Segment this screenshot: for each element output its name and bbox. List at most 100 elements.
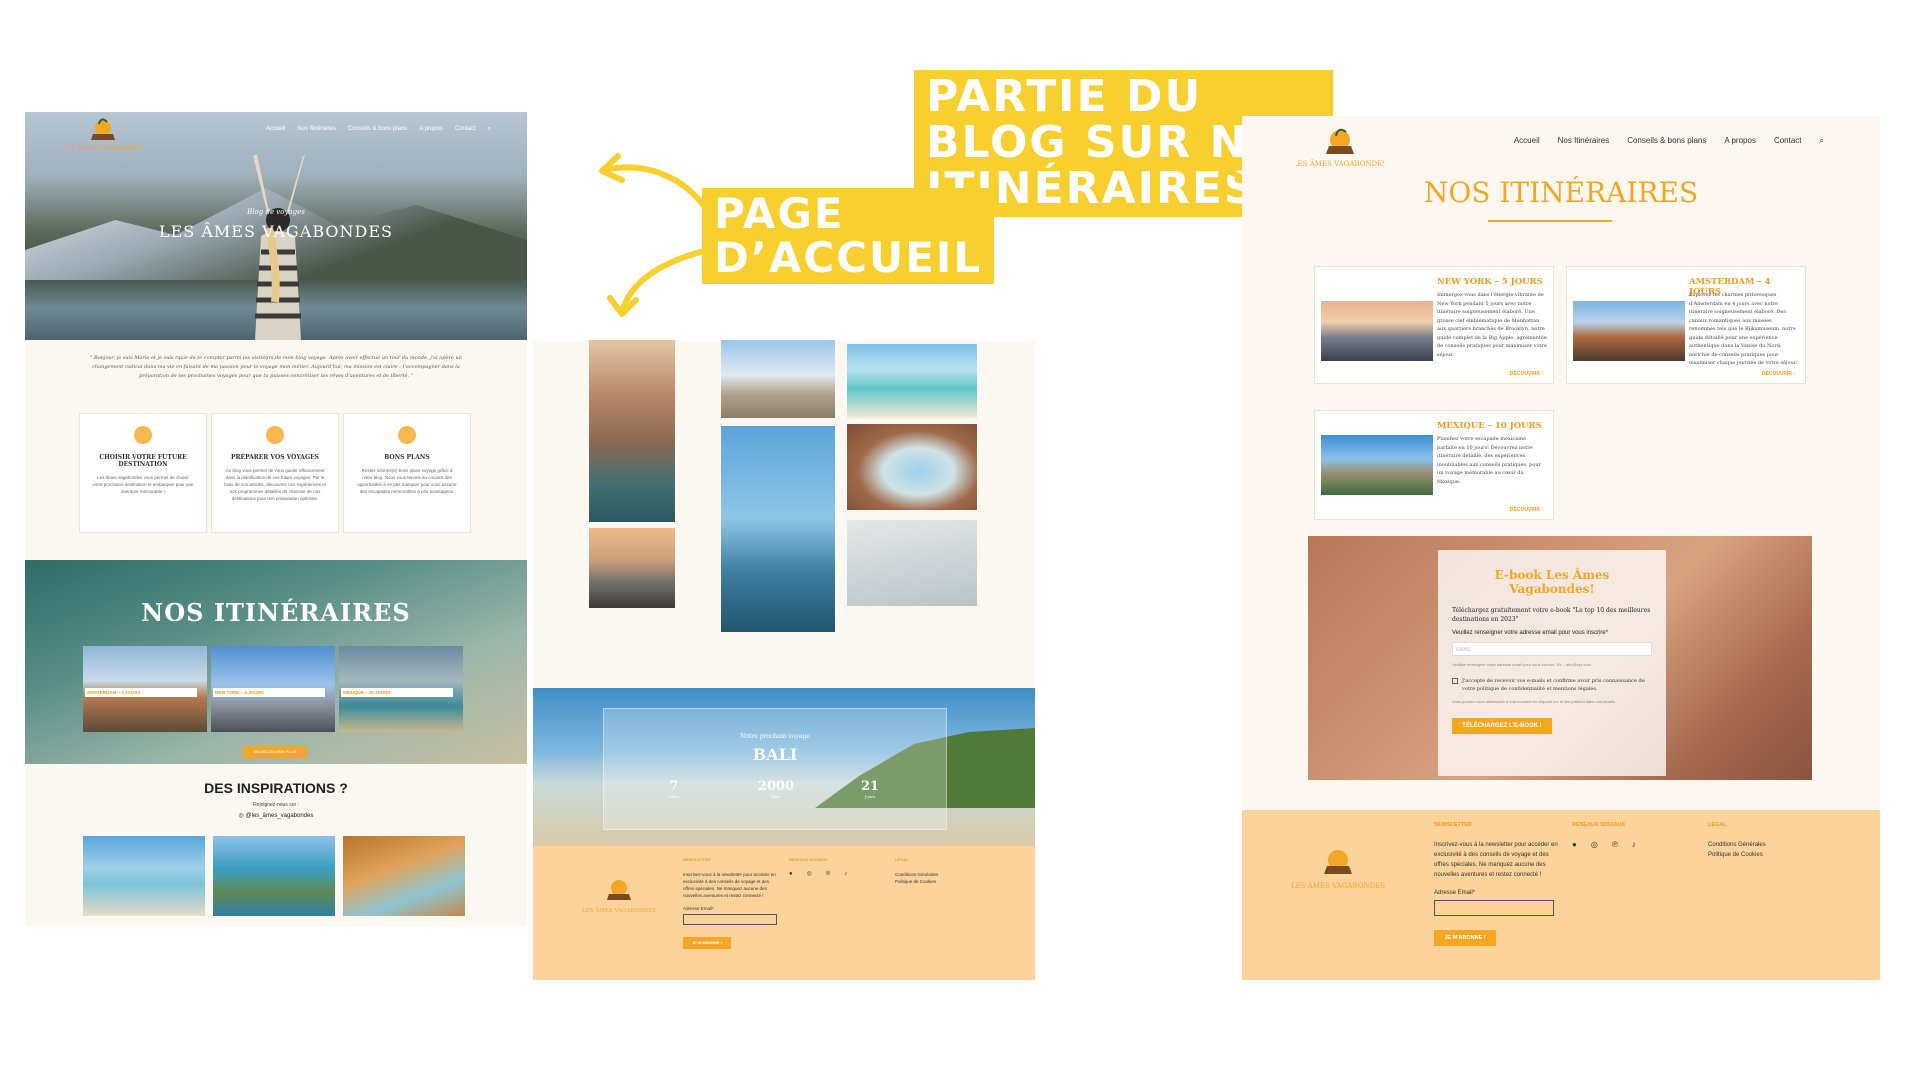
discover-link[interactable]: DÉCOUVRIR ›	[1510, 507, 1543, 513]
itinerary-tag: NEW YORK – 5 JOURS	[213, 688, 325, 697]
newsletter-email-input[interactable]	[683, 914, 777, 925]
gallery-photo-pool[interactable]	[721, 426, 835, 632]
instagram-handle[interactable]: ◎ @les_âmes_vagabondes	[25, 812, 527, 819]
social-column: RÉSEAUX SOCIAUX ● ◎ ℗ ♪	[1572, 820, 1636, 850]
site-logo[interactable]: LES ÂMES VAGABONDES	[63, 118, 143, 158]
download-ebook-button[interactable]: TÉLÉCHARGEZ L'E-BOOK !	[1452, 718, 1552, 734]
site-logo[interactable]: LES ÂMES VAGABONDES	[1296, 126, 1384, 176]
inspiration-photo[interactable]	[213, 836, 335, 916]
discover-link[interactable]: DÉCOUVRIR ›	[1762, 371, 1795, 377]
callout-accueil-line-2: D’ACCUEIL	[714, 233, 983, 283]
gallery-photo-street[interactable]	[721, 340, 835, 418]
footer-logo-text: LES ÂMES VAGABONDES	[582, 907, 656, 914]
inspirations-title: DES INSPIRATIONS ?	[204, 780, 348, 796]
presentation-board: PARTIE DU BLOG SUR NOS ITINÉRAIRES PAGE …	[0, 0, 1920, 1080]
feature-card-title: PRÉPARER VOS VOYAGES	[231, 454, 319, 461]
discover-link[interactable]: DÉCOUVRIR ›	[1510, 371, 1543, 377]
newsletter-email-input[interactable]	[1434, 900, 1554, 916]
itinerary-card-image	[1321, 435, 1433, 495]
trip-stat-value: 7	[669, 779, 679, 794]
nav-apropos[interactable]: A propos	[419, 126, 443, 133]
legal-link-conditions[interactable]: Conditions Générales	[1708, 840, 1766, 850]
newsletter-text: Inscrivez-vous à la newsletter pour accé…	[683, 872, 776, 898]
itinerary-card-mexique[interactable]: MEXIQUE – 10 JOURS Planifiez votre escap…	[1314, 410, 1554, 520]
social-title: RÉSEAUX SOCIAUX	[789, 857, 828, 862]
search-icon[interactable]: ⌕	[488, 126, 491, 133]
discover-more-button[interactable]: EN DÉCOUVRIR PLUS	[243, 746, 307, 758]
feature-card: PRÉPARER VOS VOYAGES Ce blog vous permet…	[211, 413, 339, 533]
search-icon[interactable]: ⌕	[1820, 136, 1824, 146]
nav-itineraires[interactable]: Nos Itinéraires	[297, 126, 336, 133]
subscribe-button[interactable]: JE M'ABONNE !	[683, 937, 731, 949]
gallery-photo-venice[interactable]	[589, 340, 675, 522]
consent-text: J'accepte de recevoir vos e-mails et con…	[1462, 678, 1645, 692]
trip-stat-value: 2000	[757, 779, 795, 794]
inspiration-photo[interactable]	[343, 836, 465, 916]
ebook-form: E-book Les Âmes Vagabondes! Téléchargez …	[1438, 550, 1666, 776]
nav-contact[interactable]: Contact	[455, 126, 476, 133]
itinerary-thumb-mexique[interactable]: MEXIQUE – 10 JOURS	[339, 646, 463, 732]
nav-conseils[interactable]: Conseils & bons plans	[348, 126, 407, 133]
gallery-photo-cave[interactable]	[847, 424, 977, 510]
ebook-email-note: Veuillez renseigner votre adresse email …	[1452, 662, 1592, 667]
homepage-lower-screenshot: Notre prochain voyage BALI 7 Villes 2000 K…	[533, 340, 1035, 980]
nav-conseils[interactable]: Conseils & bons plans	[1627, 136, 1706, 146]
trip-stat: 2000 Kms	[746, 779, 806, 799]
logo-text: LES ÂMES VAGABONDES	[63, 145, 143, 152]
footer-logo[interactable]: LES ÂMES VAGABONDES	[579, 876, 659, 926]
instagram-icon: ◎	[238, 813, 244, 819]
arrow-to-gallery	[619, 247, 711, 315]
inspirations-section: DES INSPIRATIONS ? Rejoignez-nous sur : …	[25, 780, 527, 819]
itinerary-thumb-newyork[interactable]: NEW YORK – 5 JOURS	[211, 646, 335, 732]
legal-link-cookies[interactable]: Politique de Cookies	[1708, 850, 1766, 860]
legal-title: LÉGAL	[1708, 822, 1727, 828]
pinterest-icon[interactable]: ℗	[1612, 840, 1618, 850]
consent-checkbox[interactable]: J'accepte de recevoir vos e-mails et con…	[1452, 677, 1652, 693]
gallery-photo-sand[interactable]	[847, 520, 977, 606]
itineraries-title: NOS ITINÉRAIRES	[141, 598, 411, 627]
ebook-email-input[interactable]: EMAIL	[1452, 642, 1652, 656]
footer-logo[interactable]: LES ÂMES VAGABONDES	[1290, 846, 1386, 906]
callout-accueil-line-1: PAGE	[714, 189, 845, 238]
gallery-photo-beach[interactable]	[847, 344, 977, 418]
feature-card-title: CHOISIR VOTRE FUTURE DESTINATION	[99, 454, 187, 468]
hero-title: LES ÂMES VAGABONDES	[158, 222, 393, 241]
facebook-icon[interactable]: ●	[789, 871, 793, 878]
ebook-title: E-book Les Âmes Vagabondes!	[1494, 568, 1610, 596]
itinerary-card-text: Planifiez votre escapade mexicaine parfa…	[1437, 436, 1541, 485]
itinerary-card-newyork[interactable]: NEW YORK – 5 JOURS Immergez-vous dans l'…	[1314, 266, 1554, 384]
nav-itineraires[interactable]: Nos Itinéraires	[1558, 136, 1610, 146]
nav-accueil[interactable]: Accueil	[266, 126, 285, 133]
feature-card: BONS PLANS Restez informé(e) bons plans …	[343, 413, 471, 533]
itinerary-thumb-amsterdam[interactable]: AMSTERDAM – 4 JOURS	[83, 646, 207, 732]
legal-column: LÉGAL Conditions Générales Politique de …	[1708, 820, 1766, 860]
nav-accueil[interactable]: Accueil	[1514, 136, 1540, 146]
facebook-icon[interactable]: ●	[1572, 840, 1577, 850]
inspirations-subtitle: Rejoignez-nous sur :	[253, 802, 299, 808]
callout-blog-line-1: PARTIE DU	[926, 71, 1203, 122]
legal-link-conditions[interactable]: Conditions Générales	[895, 871, 938, 878]
newsletter-title: NEWSLETTER	[1434, 822, 1472, 828]
checkbox-icon[interactable]	[1452, 678, 1458, 684]
gallery-photo-jeep[interactable]	[589, 528, 675, 608]
next-trip-box: Notre prochain voyage BALI 7 Villes 2000 K…	[603, 708, 947, 830]
subscribe-button[interactable]: JE M'ABONNE !	[1434, 930, 1496, 946]
feature-cards: CHOISIR VOTRE FUTURE DESTINATION Les âme…	[79, 413, 527, 533]
tiktok-icon[interactable]: ♪	[1632, 840, 1636, 850]
nav-apropos[interactable]: A propos	[1724, 136, 1756, 146]
pinterest-icon[interactable]: ℗	[826, 871, 830, 878]
itinerary-card-amsterdam[interactable]: AMSTERDAM – 4 JOURS Explorez les charmes…	[1566, 266, 1806, 384]
instagram-icon[interactable]: ◎	[1591, 840, 1598, 850]
discover-link-text: DÉCOUVRIR	[1509, 371, 1540, 377]
tiktok-icon[interactable]: ♪	[844, 871, 847, 878]
arrow-head-home	[599, 153, 625, 183]
social-title: RÉSEAUX SOCIAUX	[1572, 822, 1626, 828]
inspiration-photo[interactable]	[83, 836, 205, 916]
nav-contact[interactable]: Contact	[1774, 136, 1802, 146]
itinerary-thumbnails: AMSTERDAM – 4 JOURS NEW YORK – 5 JOURS M…	[83, 646, 463, 732]
inspiration-photos	[83, 836, 465, 916]
itinerary-card-image	[1321, 301, 1433, 361]
legal-link-cookies[interactable]: Politique de Cookies	[895, 878, 938, 885]
newsletter-title: NEWSLETTER	[683, 857, 711, 862]
instagram-icon[interactable]: ◎	[807, 871, 812, 878]
